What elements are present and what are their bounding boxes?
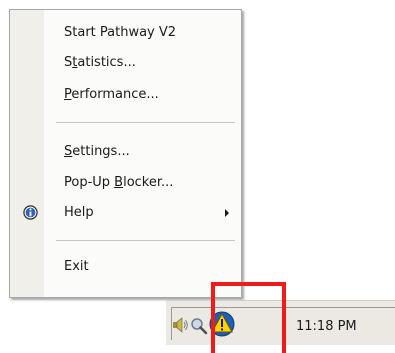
menu-item-start-pathway[interactable]: Start Pathway V2 (10, 21, 241, 45)
submenu-arrow-icon (225, 209, 229, 217)
menu-item-label-post: ettings... (72, 144, 130, 159)
menu-item-label-post: erformance... (71, 87, 159, 102)
menu-item-popup-blocker[interactable]: Pop-Up Blocker... (10, 171, 241, 195)
menu-item-accel: B (114, 175, 124, 190)
menu-item-performance[interactable]: Performance... (10, 83, 241, 107)
menu-item-settings[interactable]: Settings... (10, 140, 241, 164)
menu-separator (56, 240, 235, 241)
menu-item-label-pre: Pop-Up (64, 175, 115, 190)
menu-item-exit[interactable]: Exit (10, 255, 241, 279)
highlight-box (211, 282, 286, 353)
menu-separator (56, 122, 235, 123)
speaker-icon[interactable] (171, 316, 189, 334)
tray-context-menu: Start Pathway V2 Statistics... Performan… (9, 9, 242, 298)
menu-item-label-post: locker... (123, 175, 174, 190)
network-search-icon[interactable] (189, 316, 209, 336)
taskbar-clock[interactable]: 11:18 PM (296, 319, 357, 334)
menu-item-label: Start Pathway V2 (64, 25, 177, 40)
menu-item-statistics[interactable]: Statistics... (10, 51, 241, 75)
info-icon (23, 205, 38, 220)
menu-item-help[interactable]: Help (10, 201, 241, 225)
menu-item-label: Exit (64, 259, 89, 274)
menu-item-label-post: atistics... (77, 55, 136, 70)
menu-item-label: Help (64, 205, 94, 220)
